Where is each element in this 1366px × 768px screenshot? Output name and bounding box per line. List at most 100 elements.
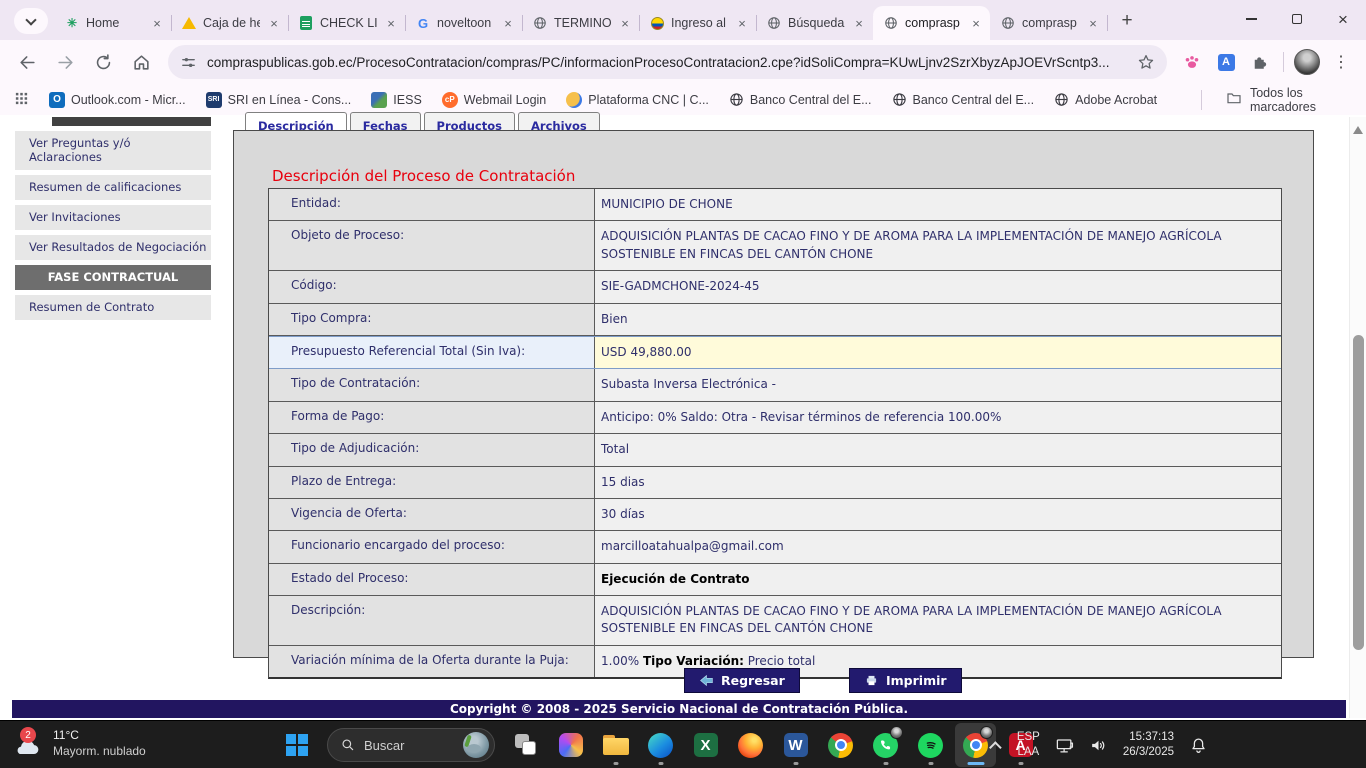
extension-paw-icon[interactable] [1177, 47, 1207, 77]
browser-tab-compraspublicas-active[interactable]: comprasp × [873, 6, 990, 40]
sidebar-item-ver-preguntas[interactable]: Ver Preguntas y/ó Aclaraciones [15, 131, 211, 170]
browser-tab-home[interactable]: ✳ Home × [54, 6, 171, 40]
browser-tab-ingreso[interactable]: Ingreso al × [639, 6, 756, 40]
excel-button[interactable]: X [685, 723, 726, 767]
home-button[interactable] [124, 45, 158, 79]
search-placeholder: Buscar [364, 738, 454, 753]
notification-bell-icon[interactable] [1189, 736, 1208, 755]
tab-close-icon[interactable]: × [383, 15, 399, 31]
sidebar-item-ver-resultados[interactable]: Ver Resultados de Negociación [15, 235, 211, 260]
home-favicon: ✳ [64, 15, 80, 31]
table-row-descripcion: Descripción: ADQUISICIÓN PLANTAS DE CACA… [269, 596, 1281, 646]
bookmark-banco-central-2[interactable]: Banco Central del E... [892, 92, 1035, 107]
bookmark-star-icon[interactable] [1137, 53, 1155, 71]
file-explorer-icon [603, 735, 629, 755]
weather-widget[interactable]: 2 11°C Mayorm. nublado [12, 727, 146, 759]
scrollbar-thumb[interactable] [1353, 335, 1364, 650]
tab-fechas[interactable]: Fechas [350, 112, 421, 130]
close-button[interactable]: × [1320, 0, 1366, 38]
sidebar-item-ver-invitaciones[interactable]: Ver Invitaciones [15, 205, 211, 230]
extensions-puzzle-icon[interactable] [1245, 47, 1275, 77]
volume-icon[interactable] [1089, 736, 1108, 755]
table-row-vigencia-oferta: Vigencia de Oferta: 30 días [269, 499, 1281, 531]
table-row-presupuesto: Presupuesto Referencial Total (Sin Iva):… [269, 336, 1281, 369]
sidebar-item-resumen-contrato[interactable]: Resumen de Contrato [15, 295, 211, 320]
new-tab-button[interactable]: + [1113, 7, 1141, 35]
bookmark-adobe-acrobat[interactable]: Adobe Acrobat [1054, 92, 1157, 107]
minimize-button[interactable] [1228, 0, 1274, 38]
browser-toolbar: compraspublicas.gob.ec/ProcesoContrataci… [0, 40, 1366, 84]
copyright-bar: Copyright © 2008 - 2025 Servicio Naciona… [12, 700, 1346, 718]
tab-close-icon[interactable]: × [500, 15, 516, 31]
tab-descripcion[interactable]: Descripción [245, 112, 347, 130]
forward-button[interactable] [48, 45, 82, 79]
bookmark-outlook[interactable]: OOutlook.com - Micr... [49, 92, 186, 108]
network-icon[interactable] [1055, 736, 1074, 755]
browser-tab-checklist[interactable]: CHECK LIS × [288, 6, 405, 40]
all-bookmarks-button[interactable]: Todos los marcadores [1226, 86, 1352, 114]
spotify-button[interactable] [910, 723, 951, 767]
url-text[interactable]: compraspublicas.gob.ec/ProcesoContrataci… [207, 55, 1127, 70]
sidebar-clipped-section [52, 117, 211, 126]
weather-temp: 11°C [53, 727, 146, 743]
maximize-button[interactable] [1274, 0, 1320, 38]
page-scrollbar[interactable] [1349, 117, 1366, 718]
table-row-tipo-compra: Tipo Compra: Bien [269, 304, 1281, 336]
copilot-icon [559, 733, 583, 757]
tab-close-icon[interactable]: × [617, 15, 633, 31]
browser-tab-caja[interactable]: Caja de he × [171, 6, 288, 40]
browser-tab-busqueda[interactable]: Búsqueda × [756, 6, 873, 40]
file-explorer-button[interactable] [595, 723, 636, 767]
clock-widget[interactable]: 15:37:13 26/3/2025 [1123, 730, 1174, 760]
search-icon [341, 738, 355, 752]
word-button[interactable]: W [775, 723, 816, 767]
task-view-button[interactable] [505, 723, 546, 767]
apps-grid-icon[interactable] [14, 91, 29, 109]
copilot-button[interactable] [550, 723, 591, 767]
taskbar-center: Buscar X W A [276, 721, 1041, 768]
reload-button[interactable] [86, 45, 120, 79]
tab-search-button[interactable] [14, 8, 48, 34]
edge-button[interactable] [640, 723, 681, 767]
firefox-button[interactable] [730, 723, 771, 767]
language-indicator[interactable]: ESP LAA [1017, 730, 1040, 760]
browser-tab-noveltoon[interactable]: G noveltoon × [405, 6, 522, 40]
bookmark-banco-central-1[interactable]: Banco Central del E... [729, 92, 872, 107]
translate-icon[interactable]: A [1211, 47, 1241, 77]
bookmark-webmail[interactable]: cPWebmail Login [442, 92, 546, 108]
browser-tab-termino[interactable]: TERMINO × [522, 6, 639, 40]
iess-icon [371, 92, 387, 108]
search-highlight-image[interactable] [463, 732, 489, 758]
tab-close-icon[interactable]: × [1085, 15, 1101, 31]
browser-tab-compraspublicas-2[interactable]: comprasp × [990, 6, 1107, 40]
bookmark-iess[interactable]: IESS [371, 92, 422, 108]
tab-productos[interactable]: Productos [424, 112, 515, 130]
tab-archivos[interactable]: Archivos [518, 112, 600, 130]
start-button[interactable] [276, 723, 317, 767]
url-bar[interactable]: compraspublicas.gob.ec/ProcesoContrataci… [168, 45, 1167, 79]
whatsapp-button[interactable] [865, 723, 906, 767]
tab-close-icon[interactable]: × [968, 15, 984, 31]
sidebar-item-resumen-calificaciones[interactable]: Resumen de calificaciones [15, 175, 211, 200]
site-info-icon[interactable] [180, 54, 197, 71]
web-page: Ver Preguntas y/ó Aclaraciones Resumen d… [0, 115, 1366, 720]
bookmark-sri[interactable]: SRISRI en Línea - Cons... [206, 92, 352, 108]
tab-close-icon[interactable]: × [266, 15, 282, 31]
table-row-plazo-entrega: Plazo de Entrega: 15 dias [269, 467, 1281, 499]
google-favicon: G [415, 15, 431, 31]
table-row-funcionario: Funcionario encargado del proceso: marci… [269, 531, 1281, 563]
table-row-tipo-adjudicacion: Tipo de Adjudicación: Total [269, 434, 1281, 466]
chrome-button[interactable] [820, 723, 861, 767]
regresar-button[interactable]: Regresar [684, 668, 800, 693]
tab-close-icon[interactable]: × [149, 15, 165, 31]
scrollbar-up-arrow[interactable] [1353, 126, 1363, 134]
profile-avatar[interactable] [1292, 47, 1322, 77]
taskbar-search[interactable]: Buscar [327, 728, 495, 762]
sheets-favicon [298, 15, 314, 31]
bookmark-cnc[interactable]: Plataforma CNC | C... [566, 92, 709, 108]
browser-menu-icon[interactable]: ⋮ [1326, 47, 1356, 77]
imprimir-button[interactable]: Imprimir [849, 668, 962, 693]
tab-close-icon[interactable]: × [734, 15, 750, 31]
back-button[interactable] [10, 45, 44, 79]
tab-close-icon[interactable]: × [851, 15, 867, 31]
